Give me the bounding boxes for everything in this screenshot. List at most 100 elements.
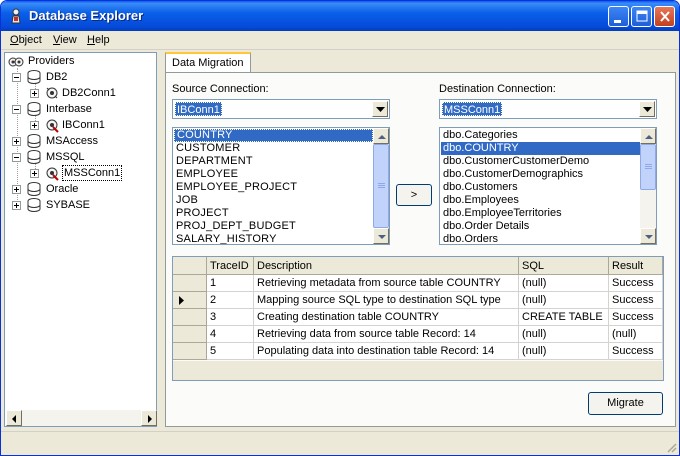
minimize-button[interactable] [608, 6, 629, 27]
chevron-down-icon [376, 107, 385, 112]
table-cell[interactable]: Success [609, 343, 663, 360]
resize-grip-icon[interactable] [665, 441, 677, 453]
list-item[interactable]: dbo.EmployeeTerritories [441, 207, 562, 220]
expand-toggle[interactable] [12, 185, 21, 194]
menu-object[interactable]: Object [10, 34, 42, 46]
app-icon [11, 8, 21, 24]
grid-corner [173, 257, 207, 275]
close-button[interactable] [654, 6, 675, 27]
destination-dropdown-button[interactable] [639, 101, 655, 117]
list-item[interactable]: CUSTOMER [174, 142, 240, 155]
table-cell[interactable]: 4 [207, 326, 254, 343]
source-list-scrollbar[interactable] [373, 128, 389, 244]
table-cell[interactable]: (null) [519, 275, 609, 292]
database-icon [27, 102, 41, 116]
source-connection-select[interactable]: IBConn1 [172, 99, 390, 119]
table-cell[interactable]: Mapping source SQL type to destination S… [254, 292, 519, 309]
arrow-down-icon [645, 235, 653, 239]
table-cell[interactable]: 5 [207, 343, 254, 360]
migrate-button[interactable]: Migrate [588, 392, 663, 415]
scroll-thumb[interactable] [640, 144, 656, 190]
row-indicator[interactable] [173, 309, 207, 326]
list-item[interactable]: dbo.Orders [441, 233, 498, 244]
title-bar[interactable]: Database Explorer [1, 1, 679, 31]
minimize-icon [614, 20, 621, 23]
expand-toggle[interactable] [12, 137, 21, 146]
providers-icon [8, 57, 24, 67]
expand-toggle[interactable] [12, 201, 21, 210]
list-item[interactable]: dbo.Order Details [441, 220, 529, 233]
window-title: Database Explorer [29, 8, 144, 23]
table-cell[interactable]: Success [609, 309, 663, 326]
table-cell[interactable]: Creating destination table COUNTRY [254, 309, 519, 326]
list-item[interactable]: EMPLOYEE_PROJECT [174, 181, 297, 194]
row-indicator[interactable] [173, 343, 207, 360]
table-cell[interactable]: (null) [519, 343, 609, 360]
list-item[interactable]: dbo.CustomerCustomerDemo [441, 155, 589, 168]
row-indicator[interactable] [173, 326, 207, 343]
table-cell[interactable]: 3 [207, 309, 254, 326]
destination-connection-select[interactable]: MSSConn1 [439, 99, 657, 119]
list-item[interactable]: JOB [174, 194, 198, 207]
scroll-left-button[interactable] [6, 410, 22, 426]
source-dropdown-button[interactable] [372, 101, 388, 117]
maximize-button[interactable] [631, 6, 652, 27]
column-header-result[interactable]: Result [609, 257, 663, 275]
source-table-list[interactable]: COUNTRY CUSTOMER DEPARTMENT EMPLOYEE EMP… [172, 127, 390, 245]
menu-view[interactable]: View [53, 34, 77, 46]
tab-data-migration[interactable]: Data Migration [165, 52, 251, 72]
table-cell[interactable]: CREATE TABLE [519, 309, 609, 326]
scroll-up-button[interactable] [640, 128, 656, 144]
table-cell[interactable]: Retrieving data from source table Record… [254, 326, 519, 343]
table-cell[interactable]: (null) [519, 326, 609, 343]
connection-icon [46, 119, 59, 133]
list-item[interactable]: SALARY_HISTORY [174, 233, 277, 244]
table-cell[interactable]: Success [609, 275, 663, 292]
arrow-up-icon [378, 135, 386, 139]
tree-label: Providers [28, 55, 75, 67]
list-item[interactable]: COUNTRY [174, 129, 373, 142]
transfer-button[interactable]: > [396, 184, 432, 206]
table-cell[interactable]: Success [609, 292, 663, 309]
table-cell[interactable]: 1 [207, 275, 254, 292]
row-indicator[interactable] [173, 275, 207, 292]
table-cell[interactable]: (null) [519, 292, 609, 309]
row-indicator[interactable] [173, 292, 207, 309]
destination-table-list[interactable]: dbo.Categories dbo.COUNTRY dbo.CustomerC… [439, 127, 657, 245]
scroll-down-button[interactable] [373, 228, 389, 244]
list-item[interactable]: DEPARTMENT [174, 155, 253, 168]
expand-toggle[interactable] [30, 169, 39, 178]
scroll-down-button[interactable] [640, 228, 656, 244]
table-cell[interactable]: (null) [609, 326, 663, 343]
scroll-right-button[interactable] [141, 410, 157, 426]
tab-area: Data Migration Source Connection: IBConn… [161, 52, 678, 427]
provider-tree[interactable]: Providers DB2 DB2Conn1 Interbase IBConn1… [4, 52, 157, 427]
trace-grid[interactable]: TraceID Description SQL Result 1 Retriev… [172, 256, 664, 381]
list-item[interactable]: PROJECT [174, 207, 229, 220]
scroll-thumb[interactable] [373, 144, 389, 228]
database-icon [27, 134, 41, 148]
expand-toggle[interactable] [30, 121, 39, 130]
list-item[interactable]: EMPLOYEE [174, 168, 238, 181]
collapse-toggle[interactable] [12, 105, 21, 114]
menu-help[interactable]: Help [87, 34, 110, 46]
list-item[interactable]: dbo.Customers [441, 181, 518, 194]
list-item[interactable]: dbo.CustomerDemographics [441, 168, 583, 181]
list-item[interactable]: PROJ_DEPT_BUDGET [174, 220, 296, 233]
tree-horizontal-scrollbar[interactable] [6, 410, 157, 426]
column-header-traceid[interactable]: TraceID [207, 257, 254, 275]
table-cell[interactable]: Retrieving metadata from source table CO… [254, 275, 519, 292]
scroll-up-button[interactable] [373, 128, 389, 144]
list-item[interactable]: dbo.Categories [441, 129, 518, 142]
arrow-left-icon [12, 415, 16, 423]
list-item[interactable]: dbo.Employees [441, 194, 519, 207]
destination-list-scrollbar[interactable] [640, 128, 656, 244]
list-item[interactable]: dbo.COUNTRY [441, 142, 640, 155]
table-cell[interactable]: 2 [207, 292, 254, 309]
table-cell[interactable]: Populating data into destination table R… [254, 343, 519, 360]
collapse-toggle[interactable] [12, 73, 21, 82]
collapse-toggle[interactable] [12, 153, 21, 162]
expand-toggle[interactable] [30, 89, 39, 98]
column-header-description[interactable]: Description [254, 257, 519, 275]
column-header-sql[interactable]: SQL [519, 257, 609, 275]
